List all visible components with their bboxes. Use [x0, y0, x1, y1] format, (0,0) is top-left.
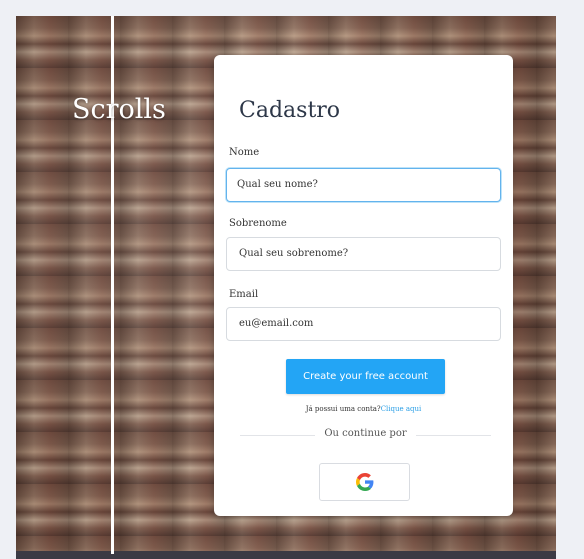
first-name-label: Nome [229, 147, 260, 158]
social-divider: Ou continue por [240, 428, 491, 442]
signup-card: Cadastro Nome Qual seu nome? Sobrenome Q… [214, 55, 513, 516]
last-name-label: Sobrenome [229, 218, 287, 229]
first-name-input[interactable]: Qual seu nome? [226, 168, 501, 202]
login-link[interactable]: Clique aqui [381, 405, 422, 413]
email-label: Email [229, 289, 259, 300]
google-signin-button[interactable] [319, 463, 410, 501]
last-name-input[interactable]: Qual seu sobrenome? [226, 237, 501, 271]
create-account-button[interactable]: Create your free account [286, 359, 445, 394]
login-prompt-text: Já possui uma conta? [305, 405, 381, 413]
login-prompt: Já possui uma conta?Clique aqui [214, 405, 513, 413]
bottom-bar [16, 551, 556, 559]
email-input[interactable]: eu@email.com [226, 307, 501, 341]
google-icon [355, 473, 373, 491]
divider-line-right [416, 435, 491, 436]
form-title: Cadastro [239, 98, 341, 123]
divider-text: Ou continue por [324, 428, 407, 439]
brand-logo: Scrolls [72, 94, 166, 125]
